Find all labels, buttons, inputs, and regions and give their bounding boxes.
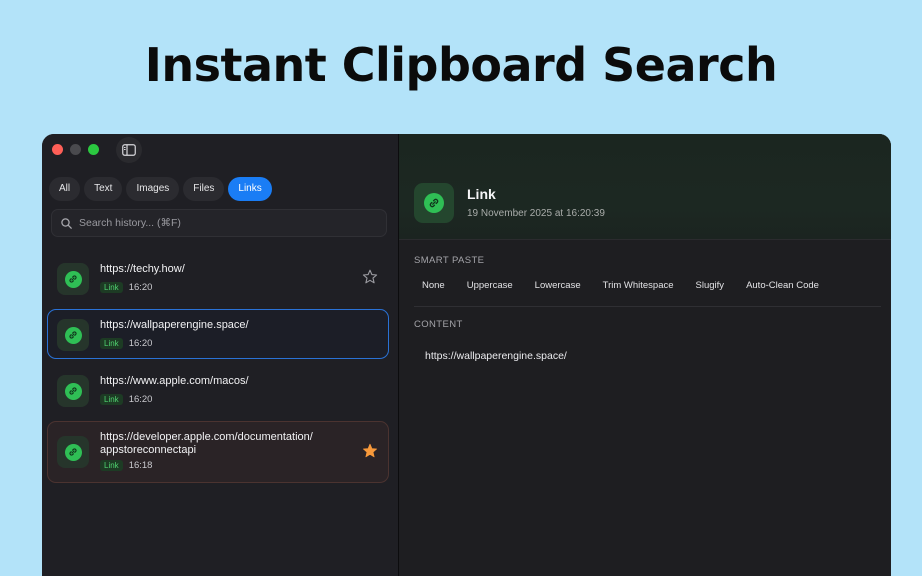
item-time: 16:18 <box>128 460 153 471</box>
item-url: https://techy.how/ <box>100 263 185 275</box>
paste-option-trim-whitespace[interactable]: Trim Whitespace <box>595 278 682 293</box>
paste-option-auto-clean-code[interactable]: Auto-Clean Code <box>738 278 827 293</box>
star-outline-icon <box>362 269 378 284</box>
section-divider <box>414 306 881 307</box>
list-item[interactable]: https://techy.how/ Link 16:20 <box>47 253 389 303</box>
detail-type-icon <box>414 183 454 223</box>
smart-paste-label: SMART PASTE <box>414 255 485 266</box>
link-icon <box>64 326 82 344</box>
link-icon <box>64 270 82 288</box>
paste-option-uppercase[interactable]: Uppercase <box>459 278 521 293</box>
history-list: https://techy.how/ Link 16:20 https://wa… <box>47 253 389 489</box>
tab-images[interactable]: Images <box>126 177 180 201</box>
link-icon <box>64 443 82 461</box>
zoom-window-button[interactable] <box>88 144 99 155</box>
item-icon <box>57 263 89 295</box>
hero-title: Instant Clipboard Search <box>144 38 778 92</box>
item-icon <box>57 436 89 468</box>
star-button[interactable] <box>360 441 380 461</box>
paste-option-slugify[interactable]: Slugify <box>688 278 733 293</box>
list-item-starred[interactable]: https://developer.apple.com/documentatio… <box>47 421 389 483</box>
sidebar-toggle-button[interactable] <box>116 137 142 163</box>
sidebar: All Text Images Files Links https://tech… <box>42 134 399 576</box>
search-icon <box>61 217 72 229</box>
item-url: https://developer.apple.com/documentatio… <box>100 431 313 456</box>
type-badge: Link <box>100 282 123 293</box>
type-badge: Link <box>100 338 123 349</box>
smart-paste-options: None Uppercase Lowercase Trim Whitespace… <box>414 278 827 293</box>
close-window-button[interactable] <box>52 144 63 155</box>
paste-option-none[interactable]: None <box>414 278 453 293</box>
list-item-selected[interactable]: https://wallpaperengine.space/ Link 16:2… <box>47 309 389 359</box>
star-filled-icon <box>363 443 377 458</box>
type-badge: Link <box>100 460 123 471</box>
detail-pane: Link 19 November 2025 at 16:20:39 SMART … <box>399 134 891 576</box>
item-icon <box>57 319 89 351</box>
search-input[interactable] <box>79 217 359 229</box>
type-badge: Link <box>100 394 123 405</box>
filter-tabs: All Text Images Files Links <box>49 177 272 201</box>
content-label: CONTENT <box>414 319 463 330</box>
detail-title: Link <box>467 186 496 202</box>
item-time: 16:20 <box>128 282 153 293</box>
window-controls <box>52 144 99 155</box>
minimize-window-button[interactable] <box>70 144 81 155</box>
item-url: https://wallpaperengine.space/ <box>100 319 249 331</box>
list-item[interactable]: https://www.apple.com/macos/ Link 16:20 <box>47 365 389 415</box>
tab-files[interactable]: Files <box>183 177 225 201</box>
paste-option-lowercase[interactable]: Lowercase <box>527 278 589 293</box>
item-time: 16:20 <box>128 394 153 405</box>
sidebar-icon <box>122 144 136 156</box>
item-url: https://www.apple.com/macos/ <box>100 375 249 387</box>
item-time: 16:20 <box>128 338 153 349</box>
detail-header: Link 19 November 2025 at 16:20:39 <box>399 134 891 240</box>
link-icon <box>64 382 82 400</box>
search-bar <box>51 209 387 237</box>
app-window: All Text Images Files Links https://tech… <box>42 134 891 576</box>
star-button[interactable] <box>360 267 380 287</box>
detail-date: 19 November 2025 at 16:20:39 <box>467 208 605 219</box>
link-icon <box>424 193 444 213</box>
tab-all[interactable]: All <box>49 177 81 201</box>
tab-links[interactable]: Links <box>228 177 272 201</box>
item-icon <box>57 375 89 407</box>
content-value: https://wallpaperengine.space/ <box>425 350 567 362</box>
tab-text[interactable]: Text <box>84 177 123 201</box>
